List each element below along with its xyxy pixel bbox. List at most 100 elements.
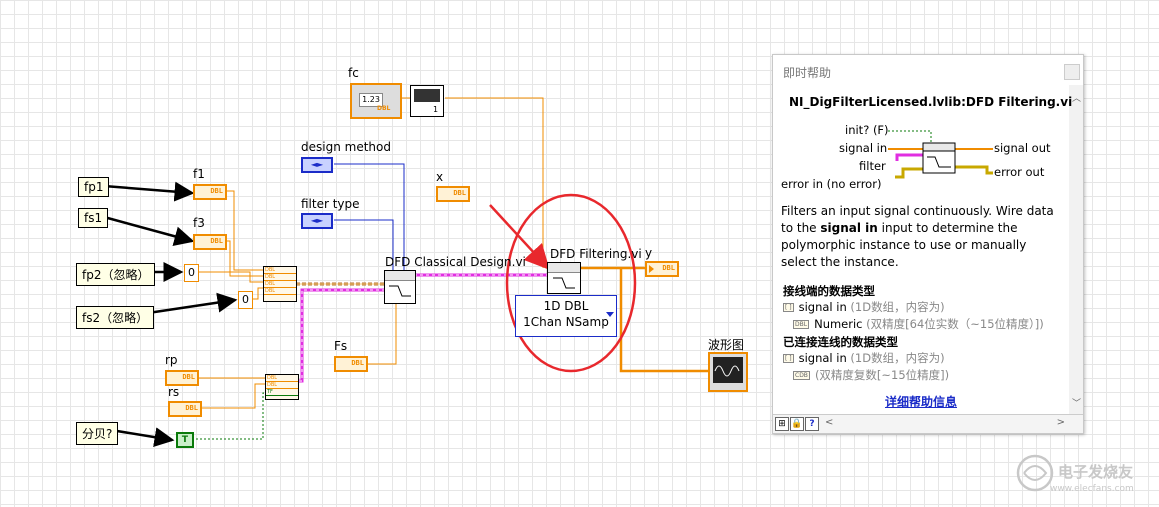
help-term-signal-out: signal out: [994, 141, 1051, 155]
help-section-terminal-types: 接线端的数据类型: [783, 284, 875, 298]
fc-subvi-icon[interactable]: 1: [410, 85, 444, 117]
label-rs: rs: [168, 385, 180, 399]
bundle-2-slot-1: DBL: [266, 375, 298, 382]
bundle-1-slot-2: DBL: [264, 274, 296, 281]
context-help-window: 即时帮助 ︿ ﹀ NI_DigFilterLicensed.lvlib:DFD …: [772, 54, 1084, 434]
label-x: x: [436, 170, 444, 184]
filter-type-ring[interactable]: ◄►: [301, 213, 333, 229]
scroll-left-icon[interactable]: <: [825, 417, 833, 428]
fc-control[interactable]: 1.23 DBL: [350, 83, 402, 119]
f1-dbl-tag: DBL: [210, 187, 223, 195]
chevron-down-icon: [606, 312, 614, 317]
help-s1-item1-note: (1D数组，内容为): [850, 300, 945, 314]
array-type-icon: [ ]: [783, 303, 794, 312]
help-section-wired-types: 已连接连线的数据类型: [783, 335, 898, 349]
note-fp2: fp2（忽略）: [76, 263, 156, 286]
cdb-type-icon: CDB: [793, 371, 810, 380]
bundle-2-slot-3: TF: [266, 389, 298, 396]
help-s2-item2-note: (双精度复数[~15位精度]): [814, 368, 950, 382]
help-connector-diagram: [888, 130, 993, 179]
help-term-error-out: error out: [994, 165, 1045, 179]
arrow-fs1-to-f3: [103, 215, 195, 247]
waveform-icon: [713, 357, 743, 383]
f3-dbl-tag: DBL: [210, 237, 223, 245]
rs-dbl-tag: DBL: [185, 404, 198, 412]
fc-dbl-tag: DBL: [377, 105, 391, 112]
lock-icon[interactable]: 🔒: [790, 417, 804, 431]
lowpass-icon: [389, 285, 411, 297]
y-dbl-tag: DBL: [662, 264, 675, 272]
help-s2-item1-name: signal in: [798, 351, 847, 365]
poly-line-1: 1D DBL: [543, 299, 589, 313]
scroll-up-icon[interactable]: ︿: [1072, 91, 1081, 104]
x-control[interactable]: DBL: [436, 186, 470, 202]
rp-dbl-tag: DBL: [182, 373, 195, 381]
help-detailed-link[interactable]: 详细帮助信息: [773, 393, 1069, 410]
label-filter-type: filter type: [301, 197, 360, 211]
watermark-url: www.elecfans.com: [1050, 484, 1134, 494]
help-term-init: init? (F): [845, 123, 889, 137]
help-term-signal-in: signal in: [839, 141, 888, 155]
x-dbl-tag: DBL: [453, 189, 466, 197]
rs-control[interactable]: DBL: [168, 401, 202, 417]
note-fs1: fs1: [78, 208, 109, 228]
const-zero-fs2[interactable]: 0: [238, 291, 253, 309]
fs-control[interactable]: DBL: [334, 356, 368, 372]
label-fs: Fs: [334, 339, 348, 353]
waveform-graph-terminal[interactable]: [708, 352, 748, 392]
f1-control[interactable]: DBL: [193, 184, 227, 200]
label-waveform: 波形图: [708, 338, 745, 352]
dfd-filtering-vi[interactable]: [547, 262, 581, 294]
help-s1-item2-name: Numeric: [814, 317, 863, 331]
bundle-node-frequencies[interactable]: DBL DBL DBL DBL: [263, 266, 297, 302]
arrow-fs2-to-zero: [147, 292, 238, 315]
bundle-2-slot-2: DBL: [266, 382, 298, 389]
help-vertical-scrollbar[interactable]: ︿ ﹀: [1069, 85, 1083, 415]
filter-icon: [553, 277, 575, 289]
show-optional-terminals-icon[interactable]: ⊞: [775, 417, 789, 431]
classical-design-vi[interactable]: [384, 270, 416, 304]
label-y: y: [645, 246, 653, 260]
arrow-fp1-to-f1: [103, 181, 195, 202]
db-boolean-constant[interactable]: T: [176, 432, 194, 448]
scroll-right-icon[interactable]: >: [1057, 417, 1065, 428]
label-dfd-filtering: DFD Filtering.vi: [550, 247, 642, 261]
bundle-1-slot-1: DBL: [264, 267, 296, 274]
rp-control[interactable]: DBL: [165, 370, 199, 386]
help-s1-item1-name: signal in: [798, 300, 847, 314]
help-bottom-toolbar: ⊞ 🔒 ? < >: [773, 414, 1083, 433]
help-s2-item2: CDB (双精度复数[~15位精度]): [793, 367, 949, 383]
label-classical-design: DFD Classical Design.vi: [385, 255, 526, 269]
label-design-method: design method: [301, 140, 391, 154]
help-s1-item2-note: (双精度[64位实数（~15位精度）]): [866, 317, 1044, 331]
label-fc: fc: [348, 66, 359, 80]
arrow-db-to-bool: [116, 427, 175, 448]
help-s1-item1: [ ] signal in (1D数组，内容为): [783, 299, 945, 315]
help-desc-bold: signal in: [820, 221, 878, 235]
polymorphic-selector[interactable]: 1D DBL 1Chan NSamp: [515, 295, 617, 337]
help-s2-item1: [ ] signal in (1D数组，内容为): [783, 350, 945, 366]
watermark-brand: 电子发烧友: [1058, 463, 1134, 481]
help-s1-item2: DBL Numeric (双精度[64位实数（~15位精度）]): [793, 316, 1044, 332]
help-window-resize-button[interactable]: [1064, 64, 1080, 80]
help-term-error-in: error in (no error): [781, 177, 882, 191]
help-title: 即时帮助: [783, 66, 832, 80]
dbl-type-icon: DBL: [793, 320, 810, 329]
subvi-one-label: 1: [433, 105, 439, 114]
fs-dbl-tag: DBL: [351, 359, 364, 367]
help-question-icon[interactable]: ?: [805, 417, 819, 431]
label-rp: rp: [165, 353, 178, 367]
label-f1: f1: [193, 167, 205, 181]
f3-control[interactable]: DBL: [193, 234, 227, 250]
note-db: 分贝?: [76, 422, 119, 445]
help-term-filter: filter: [859, 159, 886, 173]
note-fs2: fs2（忽略）: [76, 306, 155, 329]
note-fp1: fp1: [78, 177, 110, 197]
bundle-1-slot-3: DBL: [264, 281, 296, 288]
bundle-node-ripple[interactable]: DBL DBL TF: [265, 374, 299, 400]
scroll-down-icon[interactable]: ﹀: [1072, 396, 1081, 409]
y-indicator[interactable]: DBL: [645, 261, 679, 277]
design-method-ring[interactable]: ◄►: [301, 157, 333, 173]
bundle-1-slot-4: DBL: [264, 288, 296, 295]
const-zero-fp2[interactable]: 0: [184, 264, 199, 282]
